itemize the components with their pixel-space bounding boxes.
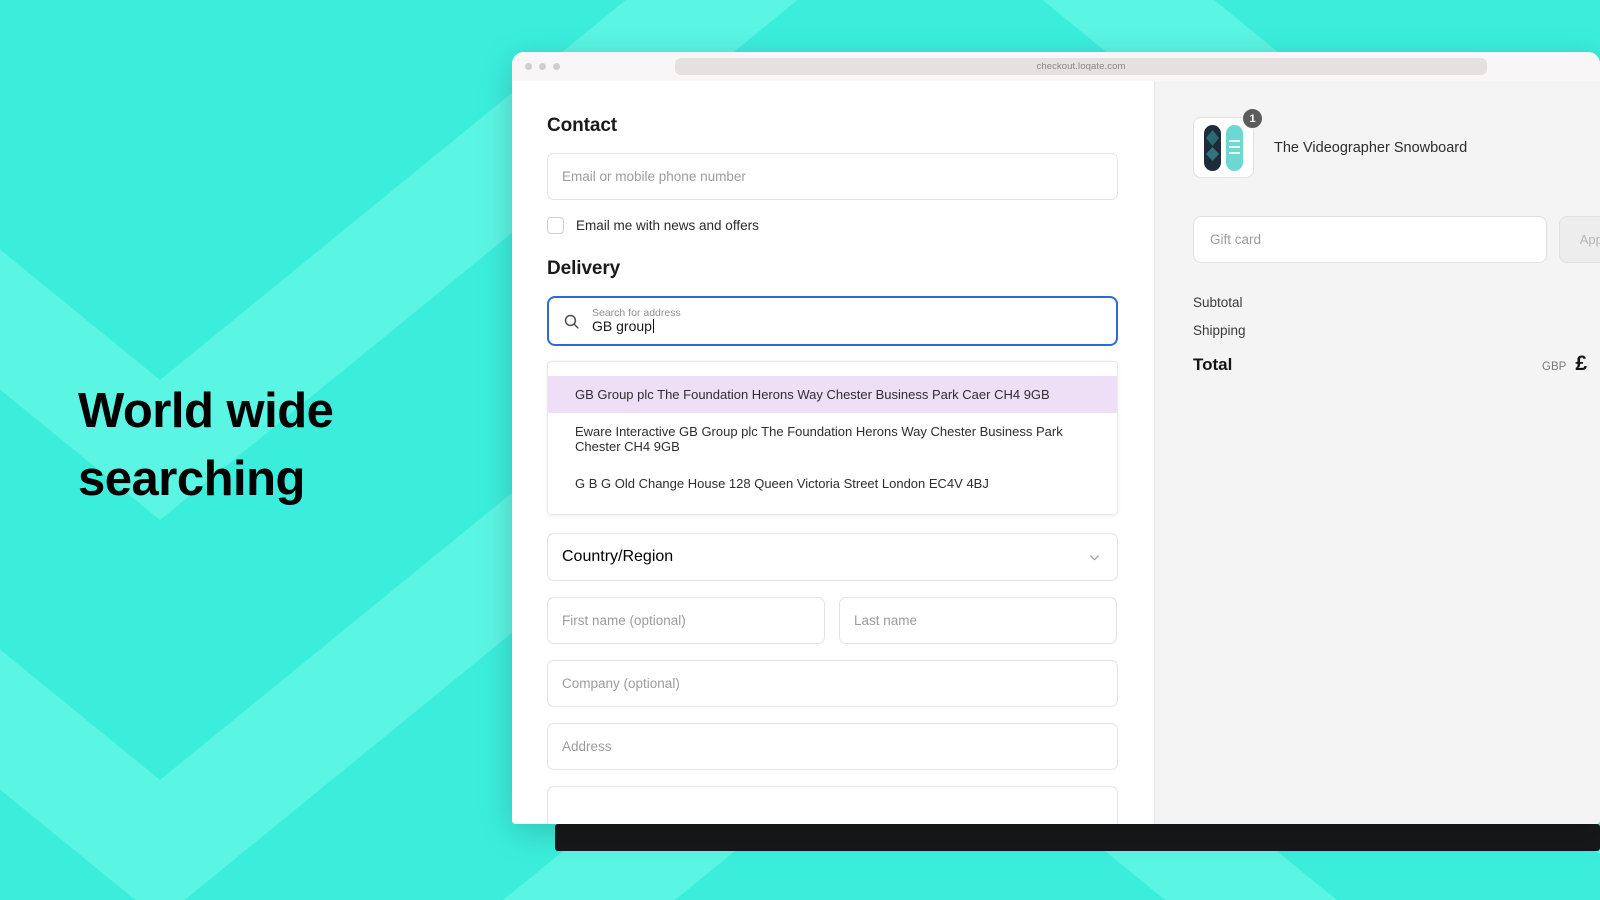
snowboard-dark-icon [1204,124,1221,171]
order-summary-column: 1 The Videographer Snowboard Gift card A… [1154,81,1600,824]
browser-window: checkout.loqate.com Contact Email or mob… [512,52,1600,824]
url-text: checkout.loqate.com [1036,61,1126,72]
shipping-row: Shipping [1193,323,1587,338]
minimize-dot-icon[interactable] [539,63,546,70]
address-search-field[interactable]: Search for address GB group [547,296,1118,346]
snowboard-teal-icon [1226,124,1243,171]
total-amount: £ [1575,352,1587,375]
suggestion-item-3[interactable]: G B G Old Change House 128 Queen Victori… [548,465,1117,502]
newsletter-checkbox[interactable] [547,217,564,234]
subtotal-row: Subtotal [1193,295,1587,310]
name-fields-row: First name (optional) Last name [547,597,1118,645]
shipping-label: Shipping [1193,323,1246,338]
email-field[interactable]: Email or mobile phone number [547,153,1118,200]
suggestion-item-2[interactable]: Eware Interactive GB Group plc The Found… [548,413,1117,465]
total-label: Total [1193,355,1233,374]
gift-card-row: Gift card Apply [1193,216,1600,263]
country-region-select[interactable]: Country/Region [547,533,1118,582]
page-viewport: Contact Email or mobile phone number Ema… [512,81,1600,824]
country-region-placeholder: Country/Region [562,548,674,566]
subtotal-label: Subtotal [1193,295,1243,310]
gift-card-placeholder: Gift card [1210,232,1262,247]
browser-base-bar [555,824,1600,851]
total-row: Total GBP £ [1193,352,1587,376]
quantity-badge: 1 [1242,108,1263,129]
newsletter-label: Email me with news and offers [576,218,759,233]
page-background: World wide searching checkout.loqate.com… [0,0,1600,900]
company-field[interactable]: Company (optional) [547,660,1118,708]
chevron-down-icon [1090,555,1099,561]
last-name-field[interactable]: Last name [839,597,1117,645]
suggestion-item-1[interactable]: GB Group plc The Foundation Herons Way C… [548,376,1117,414]
last-name-placeholder: Last name [854,613,918,629]
address-bar[interactable]: checkout.loqate.com [675,58,1487,75]
gift-card-field[interactable]: Gift card [1193,216,1547,263]
maximize-dot-icon[interactable] [553,63,560,70]
product-name: The Videographer Snowboard [1274,139,1468,156]
contact-heading: Contact [547,115,618,136]
headline-line-1: World wide [78,384,334,438]
address-line-2-field[interactable] [547,786,1118,824]
search-icon [564,314,579,329]
first-name-field[interactable]: First name (optional) [547,597,825,645]
text-caret [652,319,654,334]
address-search-value: GB group [592,318,652,335]
company-placeholder: Company (optional) [562,676,680,692]
address-suggestions-dropdown[interactable]: GB Group plc The Foundation Herons Way C… [547,361,1118,516]
first-name-placeholder: First name (optional) [562,613,686,629]
checkout-form-column: Contact Email or mobile phone number Ema… [512,81,1154,824]
address-field[interactable]: Address [547,723,1118,771]
order-line-item: 1 The Videographer Snowboard [1193,108,1600,178]
delivery-heading: Delivery [547,258,621,279]
totals-block: Subtotal Shipping Total GBP £ [1193,295,1587,376]
address-placeholder: Address [562,739,612,755]
headline-line-2: searching [78,451,305,506]
newsletter-checkbox-row[interactable]: Email me with news and offers [547,217,1118,234]
email-placeholder: Email or mobile phone number [562,169,746,184]
window-controls[interactable] [525,63,560,70]
browser-titlebar: checkout.loqate.com [512,52,1600,81]
marketing-headline: World wide searching [78,378,478,513]
currency-code: GBP [1542,361,1567,373]
close-dot-icon[interactable] [525,63,532,70]
product-thumbnail-wrap: 1 [1193,108,1263,178]
apply-gift-card-button[interactable]: Apply [1559,216,1600,263]
